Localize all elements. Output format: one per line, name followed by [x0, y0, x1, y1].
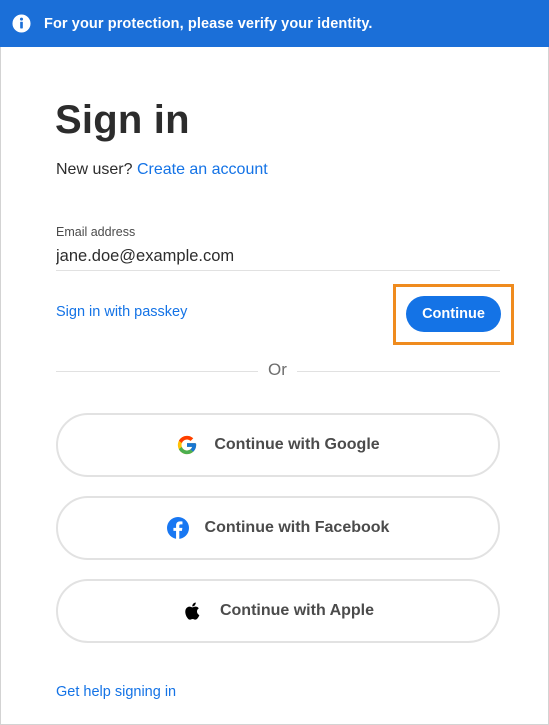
email-field[interactable]	[56, 243, 500, 271]
apple-icon	[185, 602, 200, 620]
continue-with-apple-button[interactable]: Continue with Apple	[56, 579, 500, 643]
page-title: Sign in	[55, 98, 190, 142]
divider-line-right	[297, 371, 500, 372]
email-label: Email address	[56, 225, 136, 239]
new-user-prompt: New user?	[56, 161, 133, 178]
divider-line-left	[56, 371, 258, 372]
facebook-button-label: Continue with Facebook	[204, 519, 390, 536]
new-user-line: New user? Create an account	[56, 161, 268, 179]
verification-banner: For your protection, please verify your …	[0, 0, 549, 47]
or-divider-text: Or	[268, 360, 287, 379]
continue-button[interactable]: Continue	[406, 296, 501, 332]
passkey-sign-in-link[interactable]: Sign in with passkey	[56, 304, 187, 320]
banner-text: For your protection, please verify your …	[44, 15, 373, 32]
help-signing-in-link[interactable]: Get help signing in	[56, 684, 176, 700]
continue-with-facebook-button[interactable]: Continue with Facebook	[56, 496, 500, 560]
continue-with-google-button[interactable]: Continue with Google	[56, 413, 500, 477]
facebook-icon	[166, 517, 189, 539]
info-icon	[12, 14, 31, 33]
google-icon	[178, 435, 197, 455]
apple-button-label: Continue with Apple	[219, 602, 375, 619]
create-account-link[interactable]: Create an account	[137, 161, 268, 178]
google-button-label: Continue with Google	[214, 436, 380, 453]
